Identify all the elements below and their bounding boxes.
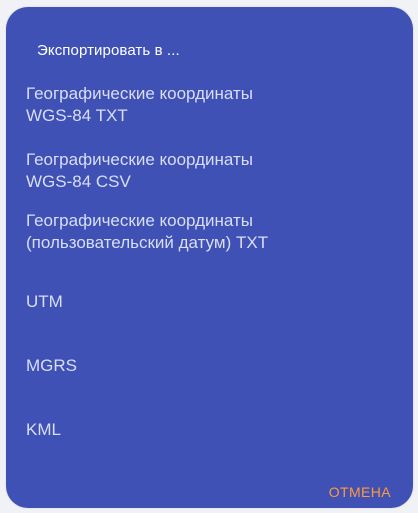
option-label-line2: (пользовательский датум) TXT bbox=[26, 233, 269, 252]
option-label: UTM bbox=[26, 292, 63, 311]
export-option-custom-datum-txt[interactable]: Географические координаты (пользовательс… bbox=[26, 210, 396, 254]
export-option-wgs84-txt[interactable]: Географические координаты WGS-84 TXT bbox=[26, 83, 396, 127]
export-option-utm[interactable]: UTM bbox=[26, 291, 396, 313]
export-option-kml[interactable]: KML bbox=[26, 419, 396, 441]
option-label-line1: Географические координаты bbox=[26, 211, 253, 230]
option-label: KML bbox=[26, 420, 61, 439]
export-option-mgrs[interactable]: MGRS bbox=[26, 355, 396, 377]
cancel-button[interactable]: ОТМЕНА bbox=[329, 484, 391, 500]
export-dialog: Экспортировать в ... Географические коор… bbox=[6, 7, 413, 508]
option-label-line2: WGS-84 CSV bbox=[26, 172, 131, 191]
option-label-line1: Географические координаты bbox=[26, 84, 253, 103]
dialog-title: Экспортировать в ... bbox=[37, 42, 180, 59]
export-option-wgs84-csv[interactable]: Географические координаты WGS-84 CSV bbox=[26, 149, 396, 193]
option-label: MGRS bbox=[26, 356, 77, 375]
option-label-line1: Географические координаты bbox=[26, 150, 253, 169]
option-label-line2: WGS-84 TXT bbox=[26, 106, 128, 125]
